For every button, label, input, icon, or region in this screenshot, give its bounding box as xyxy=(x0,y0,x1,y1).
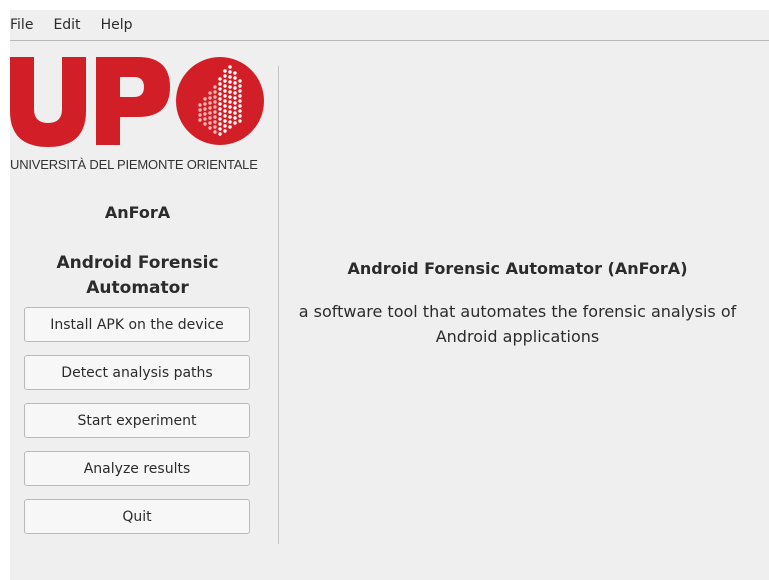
analyze-results-button[interactable]: Analyze results xyxy=(24,451,250,486)
menu-file[interactable]: File xyxy=(10,17,43,33)
university-name: UNIVERSITÀ DEL PIEMONTE ORIENTALE xyxy=(10,157,258,172)
sidebar: UNIVERSITÀ DEL PIEMONTE ORIENTALE AnForA… xyxy=(10,41,265,580)
detect-analysis-paths-button[interactable]: Detect analysis paths xyxy=(24,355,250,390)
vertical-divider xyxy=(278,66,279,544)
content-description: a software tool that automates the foren… xyxy=(298,302,737,346)
start-experiment-button[interactable]: Start experiment xyxy=(24,403,250,438)
menu-edit[interactable]: Edit xyxy=(43,17,90,33)
app-window: File Edit Help UNIVERSITÀ DEL PIEMONTE O… xyxy=(10,10,769,580)
menu-help[interactable]: Help xyxy=(91,17,143,33)
app-full-name: Android Forensic Automator xyxy=(56,253,219,298)
app-short-name: AnForA xyxy=(104,203,171,222)
quit-button[interactable]: Quit xyxy=(24,499,250,534)
menubar: File Edit Help xyxy=(10,10,769,41)
upo-logo-icon xyxy=(10,57,264,147)
university-logo xyxy=(10,57,265,147)
content-title: Android Forensic Automator (AnForA) xyxy=(347,259,688,278)
main-content: Android Forensic Automator (AnForA) a so… xyxy=(280,41,769,580)
install-apk-button[interactable]: Install APK on the device xyxy=(24,307,250,342)
